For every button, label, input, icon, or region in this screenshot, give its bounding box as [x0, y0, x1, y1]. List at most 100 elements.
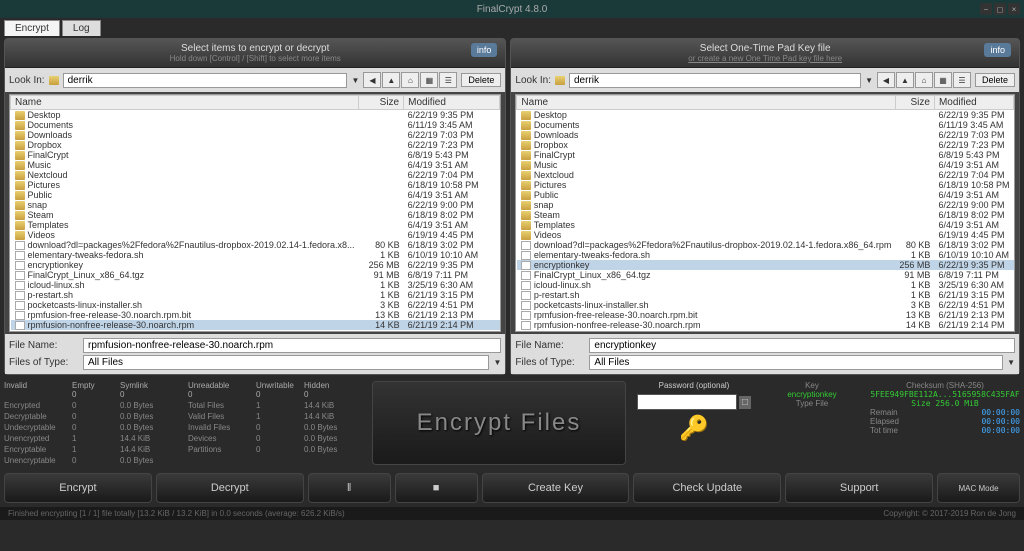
right-info-button[interactable]: info — [984, 43, 1011, 57]
table-row[interactable]: Pictures6/18/19 10:58 PM — [11, 180, 500, 190]
folder-icon — [15, 111, 25, 120]
table-row[interactable]: pocketcasts-linux-installer.sh3 KB6/22/1… — [11, 300, 500, 310]
left-delete-button[interactable]: Delete — [461, 73, 501, 87]
right-filename-input[interactable] — [589, 338, 1015, 353]
mac-mode-button[interactable]: MAC Mode — [937, 473, 1020, 503]
table-row[interactable]: Documents6/11/19 3:45 AM — [11, 120, 500, 130]
table-row[interactable]: Music6/4/19 3:51 AM — [11, 160, 500, 170]
table-row[interactable]: Nextcloud6/22/19 7:04 PM — [517, 170, 1014, 180]
file-icon — [521, 251, 531, 260]
view-details-icon[interactable]: ☰ — [439, 72, 457, 88]
col-name[interactable]: Name — [517, 96, 896, 110]
decrypt-button[interactable]: Decrypt — [156, 473, 304, 503]
right-subtitle[interactable]: or create a new One Time Pad key file he… — [519, 54, 1011, 63]
table-row[interactable]: Videos6/19/19 4:45 PM — [11, 230, 500, 240]
table-row[interactable]: Dropbox6/22/19 7:23 PM — [517, 140, 1014, 150]
encrypt-button[interactable]: Encrypt — [4, 473, 152, 503]
col-modified[interactable]: Modified — [404, 96, 500, 110]
table-row[interactable]: Music6/4/19 3:51 AM — [517, 160, 1014, 170]
tab-encrypt[interactable]: Encrypt — [4, 20, 60, 36]
table-row[interactable]: p-restart.sh1 KB6/21/19 3:15 PM — [517, 290, 1014, 300]
table-row[interactable]: FinalCrypt6/8/19 5:43 PM — [11, 150, 500, 160]
view-list-icon[interactable]: ▦ — [934, 72, 952, 88]
right-file-list[interactable]: Name Size Modified Desktop6/22/19 9:35 P… — [515, 94, 1015, 332]
table-row[interactable]: rpmfusion-free-release-30.noarch.rpm.bit… — [517, 310, 1014, 320]
table-row[interactable]: FinalCrypt6/8/19 5:43 PM — [517, 150, 1014, 160]
table-row[interactable]: p-restart.sh1 KB6/21/19 3:15 PM — [11, 290, 500, 300]
table-row[interactable]: rpmsphere-release-30-1.noarch.rpm?raw=tr… — [11, 330, 500, 332]
table-row[interactable]: snap6/22/19 9:00 PM — [517, 200, 1014, 210]
col-modified[interactable]: Modified — [934, 96, 1013, 110]
file-icon — [15, 291, 25, 300]
table-row[interactable]: download?dl=packages%2Ffedora%2Fnautilus… — [517, 240, 1014, 250]
left-info-button[interactable]: info — [471, 43, 498, 57]
table-row[interactable]: Pictures6/18/19 10:58 PM — [517, 180, 1014, 190]
col-name[interactable]: Name — [11, 96, 359, 110]
close-icon[interactable]: × — [1008, 3, 1020, 15]
view-list-icon[interactable]: ▦ — [420, 72, 438, 88]
pause-button[interactable]: ‖ — [308, 473, 391, 503]
folder-icon — [521, 211, 531, 220]
table-row[interactable]: Templates6/4/19 3:51 AM — [11, 220, 500, 230]
table-row[interactable]: Nextcloud6/22/19 7:04 PM — [11, 170, 500, 180]
col-size[interactable]: Size — [358, 96, 403, 110]
table-row[interactable]: Downloads6/22/19 7:03 PM — [11, 130, 500, 140]
table-row[interactable]: Public6/4/19 3:51 AM — [517, 190, 1014, 200]
password-input[interactable] — [637, 394, 737, 410]
table-row[interactable]: pocketcasts-linux-installer.sh3 KB6/22/1… — [517, 300, 1014, 310]
left-lookin-combo[interactable] — [63, 73, 348, 88]
left-filename-input[interactable] — [83, 338, 501, 353]
table-row[interactable]: elementary-tweaks-fedora.sh1 KB6/10/19 1… — [11, 250, 500, 260]
create-key-button[interactable]: Create Key — [482, 473, 630, 503]
table-row[interactable]: elementary-tweaks-fedora.sh1 KB6/10/19 1… — [517, 250, 1014, 260]
table-row[interactable]: FinalCrypt_Linux_x86_64.tgz91 MB6/8/19 7… — [517, 270, 1014, 280]
folder-icon — [15, 191, 25, 200]
table-row[interactable]: icloud-linux.sh1 KB3/25/19 6:30 AM — [517, 280, 1014, 290]
table-row[interactable]: Documents6/11/19 3:45 AM — [517, 120, 1014, 130]
stop-button[interactable]: ■ — [395, 473, 478, 503]
table-row[interactable]: rpmsphere-release-30-1.noarch.rpm?raw=tr… — [517, 330, 1014, 332]
table-row[interactable]: download?dl=packages%2Ffedora%2Fnautilus… — [11, 240, 500, 250]
nav-back-icon[interactable]: ◀ — [877, 72, 895, 88]
password-toggle-icon[interactable]: □ — [739, 396, 751, 409]
table-row[interactable]: snap6/22/19 9:00 PM — [11, 200, 500, 210]
table-row[interactable]: Public6/4/19 3:51 AM — [11, 190, 500, 200]
table-row[interactable]: icloud-linux.sh1 KB3/25/19 6:30 AM — [11, 280, 500, 290]
minimize-icon[interactable]: − — [980, 3, 992, 15]
right-delete-button[interactable]: Delete — [975, 73, 1015, 87]
folder-icon — [521, 171, 531, 180]
table-row[interactable]: rpmfusion-free-release-30.noarch.rpm.bit… — [11, 310, 500, 320]
table-row[interactable]: rpmfusion-nonfree-release-30.noarch.rpm1… — [11, 320, 500, 330]
left-file-list[interactable]: Name Size Modified Desktop6/22/19 9:35 P… — [9, 94, 501, 332]
tab-log[interactable]: Log — [62, 20, 101, 36]
left-filetype-select[interactable] — [83, 355, 489, 370]
view-details-icon[interactable]: ☰ — [953, 72, 971, 88]
right-lookin-combo[interactable] — [569, 73, 861, 88]
nav-home-icon[interactable]: ⌂ — [915, 72, 933, 88]
table-row[interactable]: Steam6/18/19 8:02 PM — [11, 210, 500, 220]
table-row[interactable]: Dropbox6/22/19 7:23 PM — [11, 140, 500, 150]
table-row[interactable]: FinalCrypt_Linux_x86_64.tgz91 MB6/8/19 7… — [11, 270, 500, 280]
check-update-button[interactable]: Check Update — [633, 473, 781, 503]
file-icon — [15, 251, 25, 260]
nav-back-icon[interactable]: ◀ — [363, 72, 381, 88]
table-row[interactable]: Templates6/4/19 3:51 AM — [517, 220, 1014, 230]
table-row[interactable]: encryptionkey256 MB6/22/19 9:35 PM — [11, 260, 500, 270]
table-row[interactable]: Steam6/18/19 8:02 PM — [517, 210, 1014, 220]
table-row[interactable]: Videos6/19/19 4:45 PM — [517, 230, 1014, 240]
folder-icon — [15, 231, 25, 240]
nav-up-icon[interactable]: ▲ — [382, 72, 400, 88]
table-row[interactable]: encryptionkey256 MB6/22/19 9:35 PM — [517, 260, 1014, 270]
table-row[interactable]: Downloads6/22/19 7:03 PM — [517, 130, 1014, 140]
file-icon — [521, 241, 531, 250]
right-filetype-select[interactable] — [589, 355, 1003, 370]
nav-up-icon[interactable]: ▲ — [896, 72, 914, 88]
table-row[interactable]: Desktop6/22/19 9:35 PM — [517, 110, 1014, 121]
table-row[interactable]: Desktop6/22/19 9:35 PM — [11, 110, 500, 121]
col-size[interactable]: Size — [895, 96, 934, 110]
nav-home-icon[interactable]: ⌂ — [401, 72, 419, 88]
file-icon — [521, 331, 531, 333]
maximize-icon[interactable]: ◻ — [994, 3, 1006, 15]
support-button[interactable]: Support — [785, 473, 933, 503]
table-row[interactable]: rpmfusion-nonfree-release-30.noarch.rpm1… — [517, 320, 1014, 330]
